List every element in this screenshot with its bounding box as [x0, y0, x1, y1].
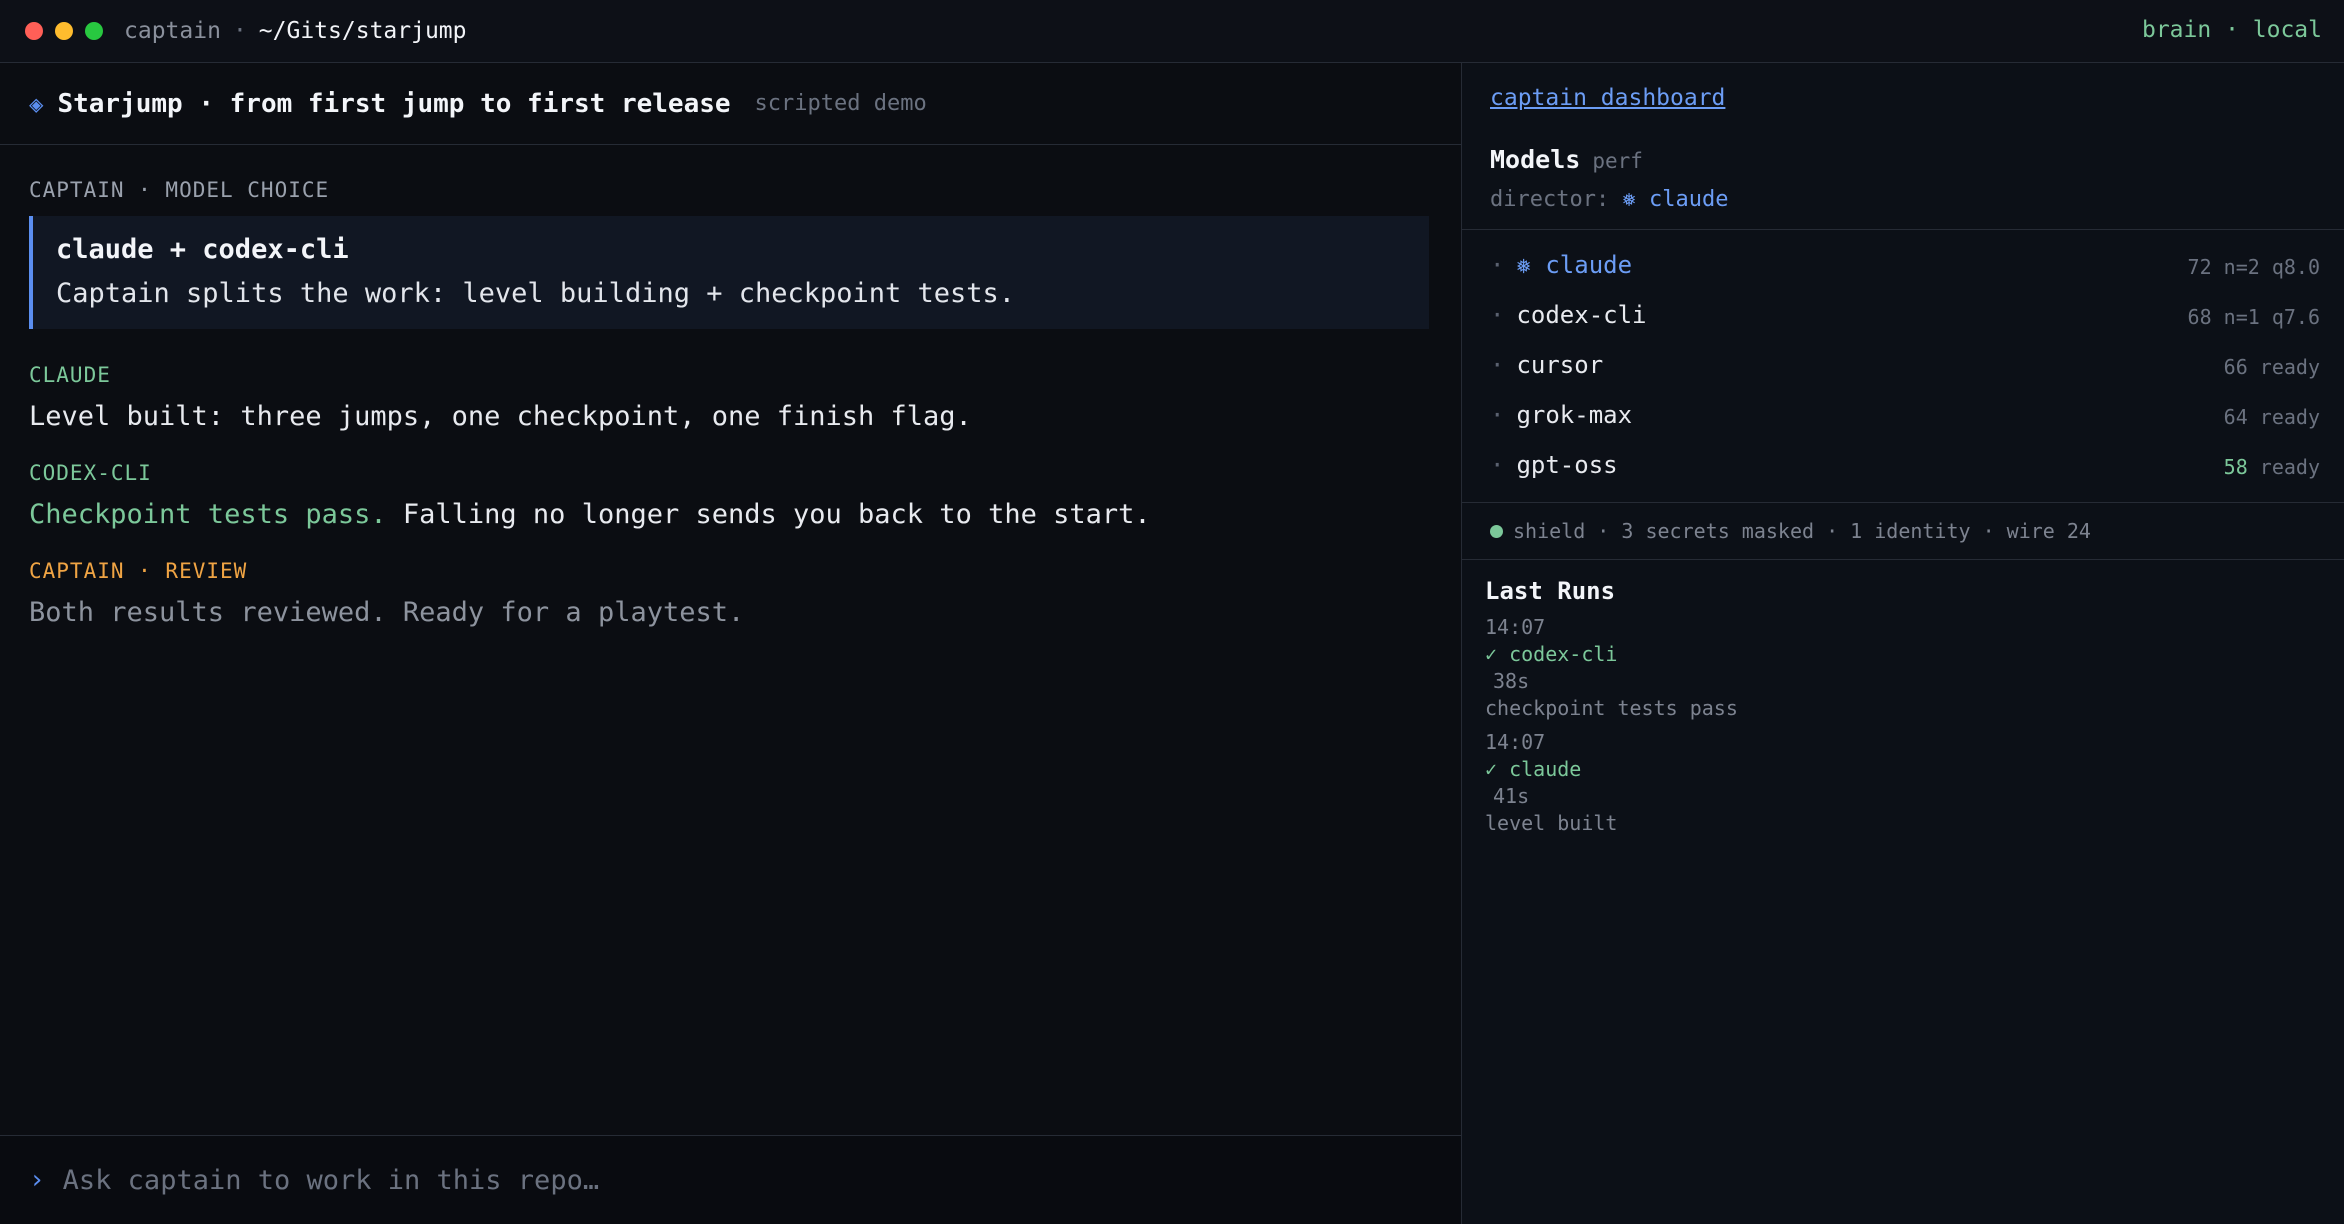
bullet: · — [1490, 301, 1505, 329]
run-entry[interactable]: 14:07 ✓ codex-cli 38s checkpoint tests p… — [1485, 615, 2325, 720]
session-header: ◈ Starjump · from first jump to first re… — [0, 63, 1461, 145]
prompt-bar: › — [0, 1135, 1461, 1224]
claude-label: CLAUDE — [29, 363, 111, 387]
model-name: gpt-oss — [1516, 451, 1618, 479]
captain-choice-label: CAPTAIN · MODEL CHOICE — [29, 178, 330, 202]
model-row-cursor[interactable]: · cursor 66 ready — [1490, 351, 2320, 391]
model-choice-description: Captain splits the work: level building … — [56, 278, 1016, 309]
app-name: captain — [124, 18, 221, 44]
status-dot-icon — [1490, 524, 1503, 538]
divider — [1462, 559, 2344, 560]
title-bar: captain · ~/Gits/starjump brain · local — [0, 0, 2344, 63]
model-row-gpt-oss[interactable]: · gpt-oss 58 ready — [1490, 451, 2320, 491]
snowflake-icon: ❅ — [1622, 187, 1636, 212]
model-name: claude — [1545, 251, 1633, 279]
run-agent: ✓ codex-cli — [1485, 642, 1618, 666]
codex-message-text: Falling no longer sends you back to the … — [386, 499, 1151, 530]
codex-message: Checkpoint tests pass. Falling no longer… — [29, 499, 1429, 530]
last-runs-title: Last Runs — [1485, 577, 1616, 605]
model-stats: 58 ready — [2224, 455, 2320, 479]
model-choice-card: claude + codex-cli Captain splits the wo… — [29, 216, 1429, 329]
model-row-grok-max[interactable]: · grok-max 64 ready — [1490, 401, 2320, 441]
models-title: Models — [1490, 145, 1581, 174]
brain-status: brain · local — [2141, 17, 2322, 43]
model-stats: 66 ready — [2223, 355, 2320, 379]
run-time: 14:07 — [1485, 730, 1546, 754]
director-name: claude — [1648, 187, 1729, 212]
conversation-pane: ◈ Starjump · from first jump to first re… — [0, 63, 1462, 1224]
models-subtitle: perf — [1592, 149, 1643, 173]
last-runs-panel: Last Runs 14:07 ✓ codex-cli 38s checkpoi… — [1485, 563, 2325, 873]
session-subtitle: scripted demo — [754, 91, 927, 116]
close-window-button[interactable] — [25, 22, 43, 40]
model-stats: 72 n=2 q8.0 — [2187, 255, 2320, 279]
claude-message: Level built: three jumps, one checkpoint… — [29, 401, 972, 432]
model-name: cursor — [1516, 351, 1604, 379]
minimize-window-button[interactable] — [55, 22, 73, 40]
codex-success-text: Checkpoint tests pass. — [29, 499, 387, 530]
run-note: checkpoint tests pass — [1485, 696, 1738, 720]
run-duration: 41s — [1493, 784, 1530, 808]
model-stats: 68 n=1 q7.6 — [2187, 305, 2320, 329]
model-row-claude[interactable]: · ❅ claude 72 n=2 q8.0 — [1490, 251, 2320, 291]
captain-review-label: CAPTAIN · REVIEW — [29, 559, 248, 583]
window-controls — [25, 22, 103, 40]
run-duration: 38s — [1493, 669, 1530, 693]
bullet: · — [1490, 351, 1505, 379]
run-agent: ✓ claude — [1485, 757, 1582, 781]
divider — [1462, 502, 2344, 503]
run-note: level built — [1485, 811, 1618, 835]
shield-status: shield · 3 secrets masked · 1 identity ·… — [1490, 519, 2091, 543]
model-score: 58 — [2223, 455, 2248, 479]
shield-text: shield · 3 secrets masked · 1 identity ·… — [1513, 519, 2091, 543]
snowflake-icon: ❅ — [1516, 251, 1531, 279]
prompt-input[interactable] — [60, 1163, 1365, 1197]
model-name: grok-max — [1516, 401, 1633, 429]
session-title: Starjump · from first jump to first rele… — [57, 88, 731, 119]
run-time: 14:07 — [1485, 615, 1546, 639]
window-title: captain · ~/Gits/starjump — [124, 18, 467, 44]
title-separator: · — [232, 18, 247, 44]
models-heading: Models perf — [1490, 145, 1643, 174]
model-name: codex-cli — [1516, 301, 1647, 329]
maximize-window-button[interactable] — [85, 22, 103, 40]
director-label: director: — [1490, 187, 1610, 212]
captain-dashboard-link[interactable]: captain dashboard — [1490, 85, 1725, 111]
model-choice-title: claude + codex-cli — [56, 234, 349, 265]
app-window: captain · ~/Gits/starjump brain · local ◈ … — [0, 0, 2344, 1224]
bullet: · — [1490, 451, 1505, 479]
director-info: director: ❅ claude — [1490, 187, 1728, 212]
bullet: · — [1490, 401, 1505, 429]
model-status: ready — [2247, 455, 2320, 479]
codex-label: CODEX-CLI — [29, 461, 152, 485]
message-feed: CAPTAIN · MODEL CHOICE claude + codex-cl… — [0, 178, 1461, 628]
review-message: Both results reviewed. Ready for a playt… — [29, 597, 745, 628]
run-entry[interactable]: 14:07 ✓ claude 41s level built — [1485, 730, 2325, 835]
divider — [1462, 229, 2344, 230]
bullet: · — [1490, 251, 1505, 279]
diamond-icon: ◈ — [29, 89, 44, 118]
model-row-codex-cli[interactable]: · codex-cli 68 n=1 q7.6 — [1490, 301, 2320, 341]
dashboard-sidebar: captain dashboard Models perf director: ❅… — [1462, 63, 2344, 1224]
repo-path: ~/Gits/starjump — [258, 18, 467, 44]
chevron-right-icon: › — [29, 1165, 45, 1195]
model-stats: 64 ready — [2223, 405, 2320, 429]
